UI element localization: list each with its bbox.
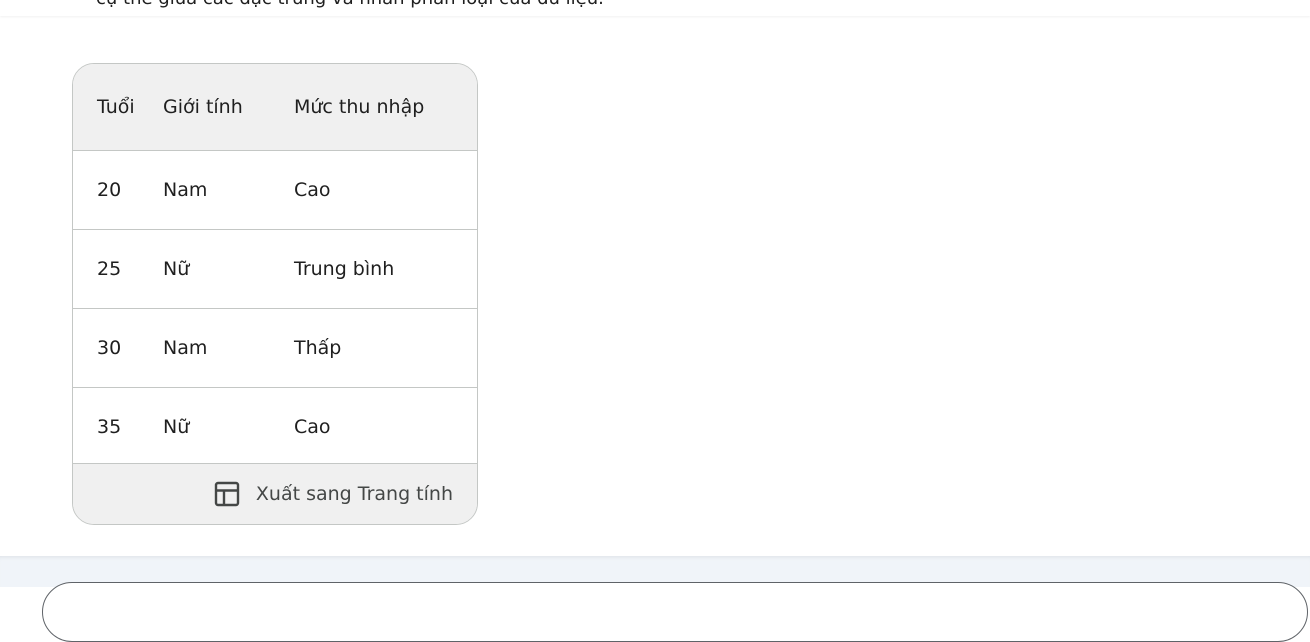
- export-to-sheets-label: Xuất sang Trang tính: [255, 483, 453, 505]
- data-table: Tuổi Giới tính Mức thu nhập 20 Nam Cao 2…: [73, 64, 477, 466]
- table-header-row: Tuổi Giới tính Mức thu nhập: [73, 64, 477, 150]
- cell-gender: Nữ: [163, 257, 190, 280]
- cell-gender: Nam: [163, 336, 208, 359]
- table-grid-icon: [214, 481, 240, 507]
- scrolled-content-top: cụ thể giữa các đặc trưng và nhãn phân l…: [0, 0, 1310, 16]
- header-gender: Giới tính: [163, 95, 243, 118]
- cell-gender: Nam: [163, 178, 208, 201]
- prompt-input-box[interactable]: [42, 582, 1308, 642]
- cell-gender: Nữ: [163, 415, 190, 438]
- cell-age: 20: [97, 178, 122, 201]
- cell-age: 30: [97, 336, 122, 359]
- table-row: 30 Nam Thấp: [73, 308, 477, 387]
- prompt-input-area: [0, 556, 1310, 642]
- cell-age: 25: [97, 257, 122, 280]
- cell-income-level: Cao: [294, 178, 331, 201]
- table-row: 20 Nam Cao: [73, 150, 477, 229]
- cell-income-level: Trung bình: [294, 257, 395, 280]
- table-row: 35 Nữ Cao: [73, 387, 477, 466]
- table-row: 25 Nữ Trung bình: [73, 229, 477, 308]
- cell-income-level: Cao: [294, 415, 331, 438]
- cell-income-level: Thấp: [294, 336, 342, 359]
- export-to-sheets-button[interactable]: Xuất sang Trang tính: [73, 463, 477, 524]
- response-table-card: Tuổi Giới tính Mức thu nhập 20 Nam Cao 2…: [72, 63, 478, 525]
- previous-paragraph-text: cụ thể giữa các đặc trưng và nhãn phân l…: [96, 0, 604, 9]
- cell-age: 35: [97, 415, 122, 438]
- header-age: Tuổi: [97, 95, 135, 118]
- header-income-level: Mức thu nhập: [294, 95, 425, 118]
